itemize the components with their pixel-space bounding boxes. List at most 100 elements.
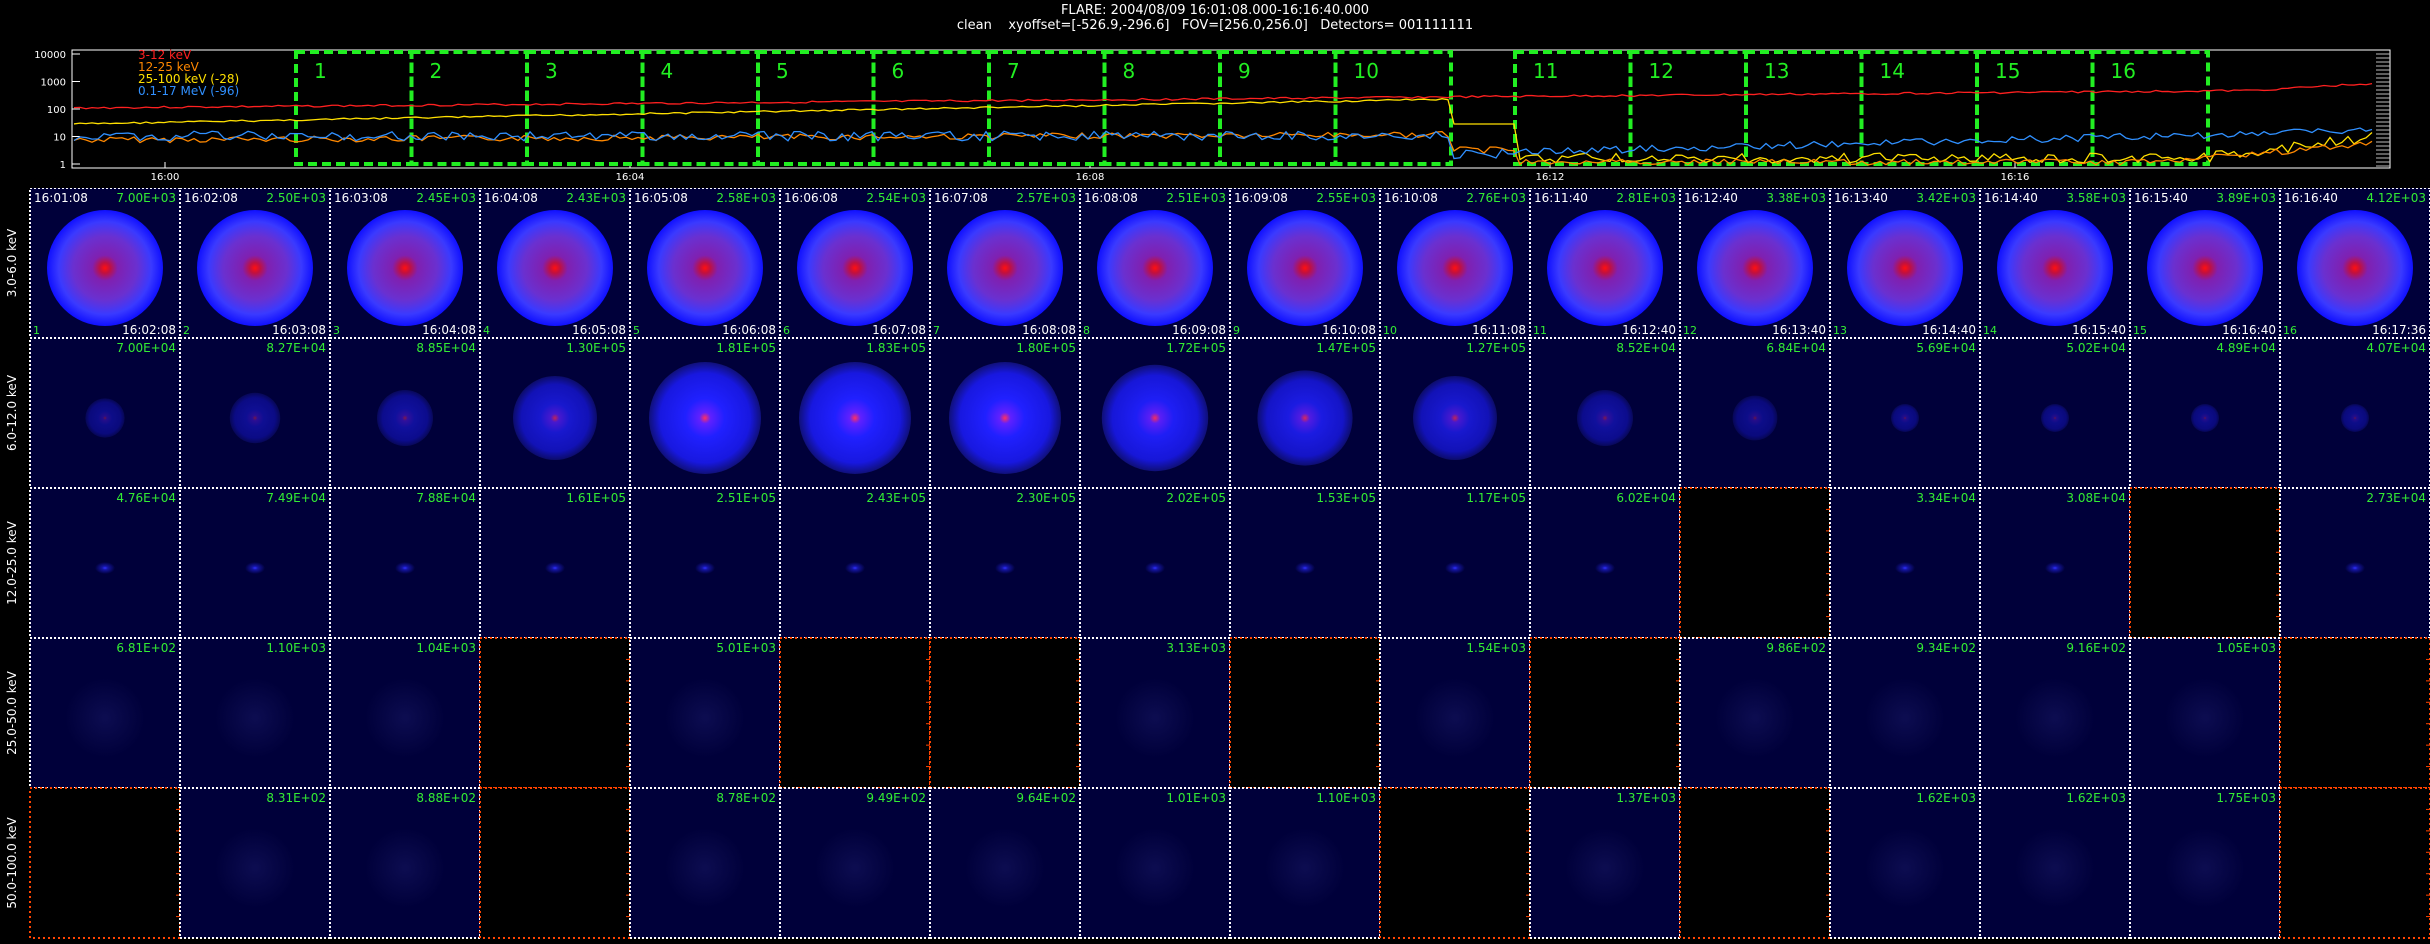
max-value-label: 4.12E+03 [2366,191,2426,205]
max-value-label: 1.10E+03 [266,641,326,655]
empty-cell [1679,787,1831,939]
empty-cell [1529,637,1681,789]
interval-number: 1 [314,59,327,83]
curve-0.1-17-mev [73,127,2373,160]
source-image [665,828,745,908]
max-value-label: 5.01E+03 [716,641,776,655]
interval-number: 3 [545,59,558,83]
end-time-label: 16:13:40 [1772,323,1826,337]
cell-number-label: 5 [633,324,640,337]
empty-cell [2279,787,2430,939]
source-image [215,678,295,758]
x-tick-label: 16:12 [1536,172,1565,183]
source-image [365,828,445,908]
source-image [2191,404,2219,432]
start-time-label: 16:15:40 [2134,191,2188,205]
interval-number: 8 [1123,59,1136,83]
max-value-label: 1.27E+05 [1466,341,1526,355]
start-time-label: 16:11:40 [1534,191,1588,205]
start-time-label: 16:14:40 [1984,191,2038,205]
empty-cell [2129,487,2281,639]
max-value-label: 3.38E+03 [1766,191,1826,205]
energy-band-label: 6.0-12.0 keV [5,374,19,451]
source-image [497,210,613,326]
end-time-label: 16:09:08 [1172,323,1226,337]
source-image [1865,678,1945,758]
max-value-label: 1.47E+05 [1316,341,1376,355]
source-image [347,210,463,326]
interval-number: 4 [661,59,674,83]
source-image [647,210,763,326]
source-image [1145,562,1165,574]
interval-number: 6 [892,59,905,83]
cell-number-label: 16 [2283,324,2297,337]
max-value-label: 1.75E+03 [2216,791,2276,805]
start-time-label: 16:01:08 [34,191,88,205]
max-value-label: 3.08E+04 [2066,491,2126,505]
max-value-label: 2.54E+03 [866,191,926,205]
max-value-label: 6.81E+02 [116,641,176,655]
empty-cell [1679,487,1831,639]
source-image [1247,210,1363,326]
cell-number-label: 10 [1383,324,1397,337]
end-time-label: 16:15:40 [2072,323,2126,337]
energy-band-label: 25.0-50.0 keV [5,670,19,754]
interval-number: 2 [430,59,443,83]
source-image [365,678,445,758]
interval-number: 7 [1007,59,1020,83]
cell-number-label: 2 [183,324,190,337]
empty-cell [1379,787,1531,939]
max-value-label: 5.02E+04 [2066,341,2126,355]
cell-number-label: 7 [933,324,940,337]
interval-number: 16 [2111,59,2136,83]
end-time-label: 16:10:08 [1322,323,1376,337]
x-tick-label: 16:08 [1076,172,1105,183]
max-value-label: 8.31E+02 [266,791,326,805]
cell-number-label: 8 [1083,324,1090,337]
max-value-label: 1.10E+03 [1316,791,1376,805]
source-image [245,562,265,574]
source-image [1997,210,2113,326]
empty-cell [929,637,1081,789]
source-image [1565,828,1645,908]
max-value-label: 6.02E+04 [1616,491,1676,505]
empty-cell [1229,637,1381,789]
start-time-label: 16:07:08 [934,191,988,205]
max-value-label: 2.51E+05 [716,491,776,505]
plot-frame [71,49,2391,169]
max-value-label: 4.76E+04 [116,491,176,505]
cell-number-label: 11 [1533,324,1547,337]
source-image [513,376,597,460]
start-time-label: 16:16:40 [2284,191,2338,205]
y-tick-label: 1000 [41,78,66,89]
source-image [95,562,115,574]
source-image [1115,828,1195,908]
x-tick-label: 16:16 [2001,172,2030,183]
clean-parameters: clean xyoffset=[-526.9,-296.6] FOV=[256.… [956,18,1474,33]
max-value-label: 1.54E+03 [1466,641,1526,655]
cell-number-label: 12 [1683,324,1697,337]
curve-3-12-kev [73,82,2373,110]
interval-number: 9 [1238,59,1251,83]
start-time-label: 16:04:08 [484,191,538,205]
max-value-label: 2.45E+03 [416,191,476,205]
end-time-label: 16:05:08 [572,323,626,337]
max-value-label: 1.80E+05 [1016,341,1076,355]
x-tick-label: 16:00 [151,172,180,183]
end-time-label: 16:17:36 [2372,323,2426,337]
source-image [2015,828,2095,908]
start-time-label: 16:03:08 [334,191,388,205]
source-image [965,828,1045,908]
max-value-label: 3.42E+03 [1916,191,1976,205]
legend-entry: 0.1-17 MeV (-96) [138,84,239,98]
source-image [649,362,761,474]
source-image [1115,678,1195,758]
lightcurve-panel: 10000 1000 100 10 1 16:00 16:04 16:08 16:12 16:16… [0,40,2430,190]
max-value-label: 5.69E+04 [1916,341,1976,355]
cell-number-label: 14 [1983,324,1997,337]
max-value-label: 1.61E+05 [566,491,626,505]
max-value-label: 2.51E+03 [1166,191,1226,205]
interval-number: 14 [1880,59,1905,83]
empty-cell [2279,637,2430,789]
source-image [1397,210,1513,326]
